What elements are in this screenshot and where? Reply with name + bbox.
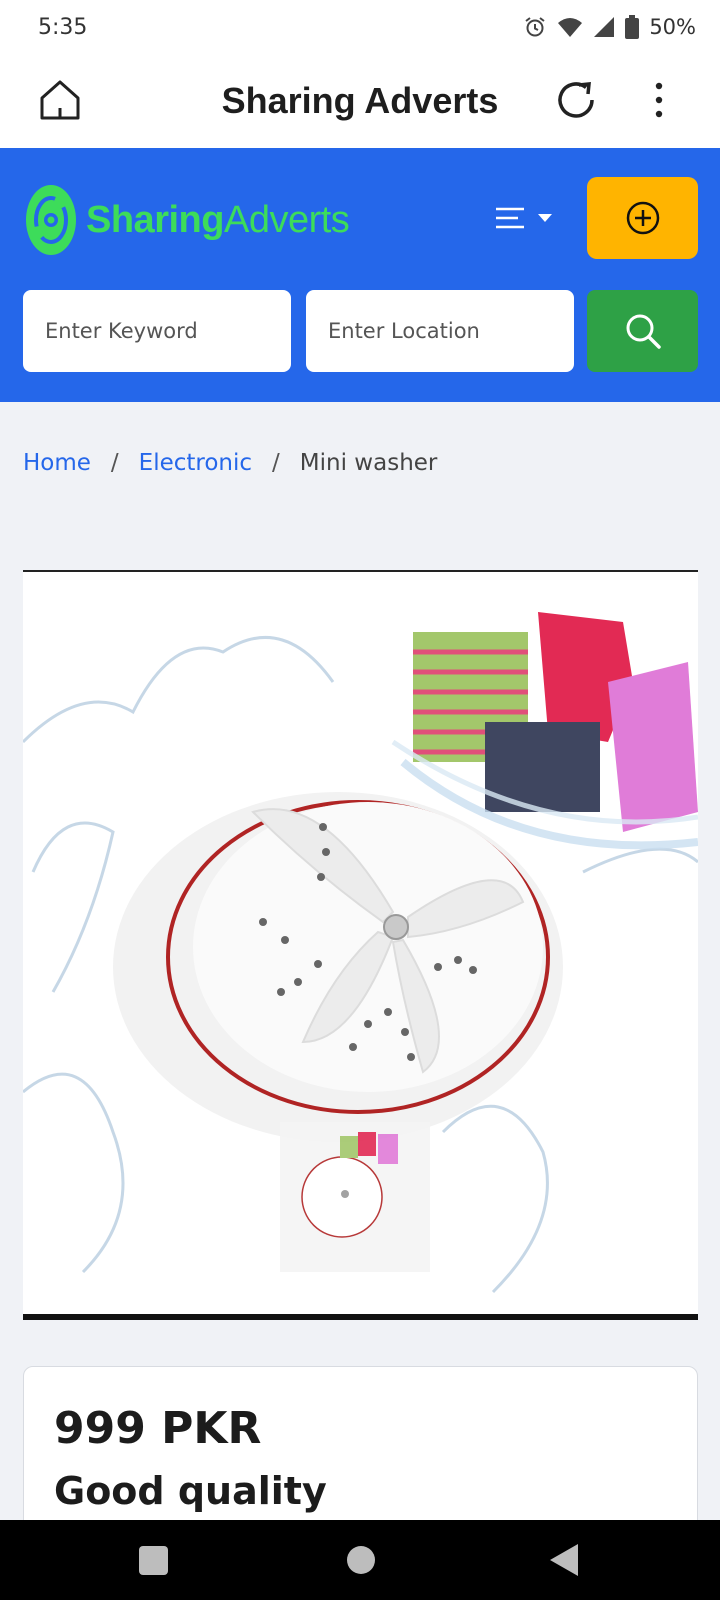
logo-text-adverts: Adverts xyxy=(223,198,350,241)
location-input[interactable] xyxy=(306,290,574,372)
home-circle-icon[interactable] xyxy=(347,1546,375,1574)
more-options-button[interactable] xyxy=(644,76,674,124)
gallery-thumbnail[interactable] xyxy=(280,1122,430,1272)
breadcrumb-current: Mini washer xyxy=(299,450,438,476)
recents-icon[interactable] xyxy=(139,1546,168,1575)
listing-title: Good quality xyxy=(54,1469,327,1513)
search-button[interactable] xyxy=(587,290,698,372)
wifi-icon xyxy=(558,18,583,37)
breadcrumb-separator: / xyxy=(272,450,280,476)
product-image-gallery[interactable] xyxy=(23,570,698,1320)
listing-price: 999 PKR xyxy=(54,1403,262,1454)
site-header: SharingAdverts xyxy=(0,148,720,402)
search-icon xyxy=(626,314,661,349)
nav-menu-toggle[interactable] xyxy=(494,198,564,238)
refresh-icon xyxy=(558,82,594,118)
breadcrumb-home[interactable]: Home xyxy=(23,450,91,476)
site-logo[interactable]: SharingAdverts xyxy=(24,182,350,258)
status-bar: 5:35 50% xyxy=(0,0,720,54)
battery-percent: 50% xyxy=(649,15,696,39)
battery-icon xyxy=(625,15,640,39)
breadcrumb-electronic[interactable]: Electronic xyxy=(139,450,252,476)
post-ad-button[interactable] xyxy=(587,177,698,259)
breadcrumb: Home / Electronic / Mini washer xyxy=(23,450,437,476)
more-vert-icon xyxy=(655,82,663,118)
status-time: 5:35 xyxy=(38,14,88,40)
alarm-icon xyxy=(525,17,545,37)
refresh-button[interactable] xyxy=(552,76,600,124)
caret-down-icon xyxy=(538,214,552,222)
status-icons: 50% xyxy=(523,15,696,39)
signal-icon xyxy=(594,17,615,37)
logo-icon xyxy=(26,185,76,255)
app-title: Sharing Adverts xyxy=(221,80,499,121)
keyword-input[interactable] xyxy=(23,290,291,372)
logo-text-sharing: Sharing xyxy=(86,198,224,241)
thumbnail-image xyxy=(280,1122,430,1272)
logo-wordmark: SharingAdverts xyxy=(86,198,350,242)
back-icon[interactable] xyxy=(550,1544,578,1576)
app-bar: Sharing Adverts xyxy=(0,54,720,148)
system-nav-bar xyxy=(0,1520,720,1600)
menu-lines-icon xyxy=(496,207,524,229)
breadcrumb-separator: / xyxy=(110,450,119,476)
plus-circle-icon xyxy=(626,201,659,235)
